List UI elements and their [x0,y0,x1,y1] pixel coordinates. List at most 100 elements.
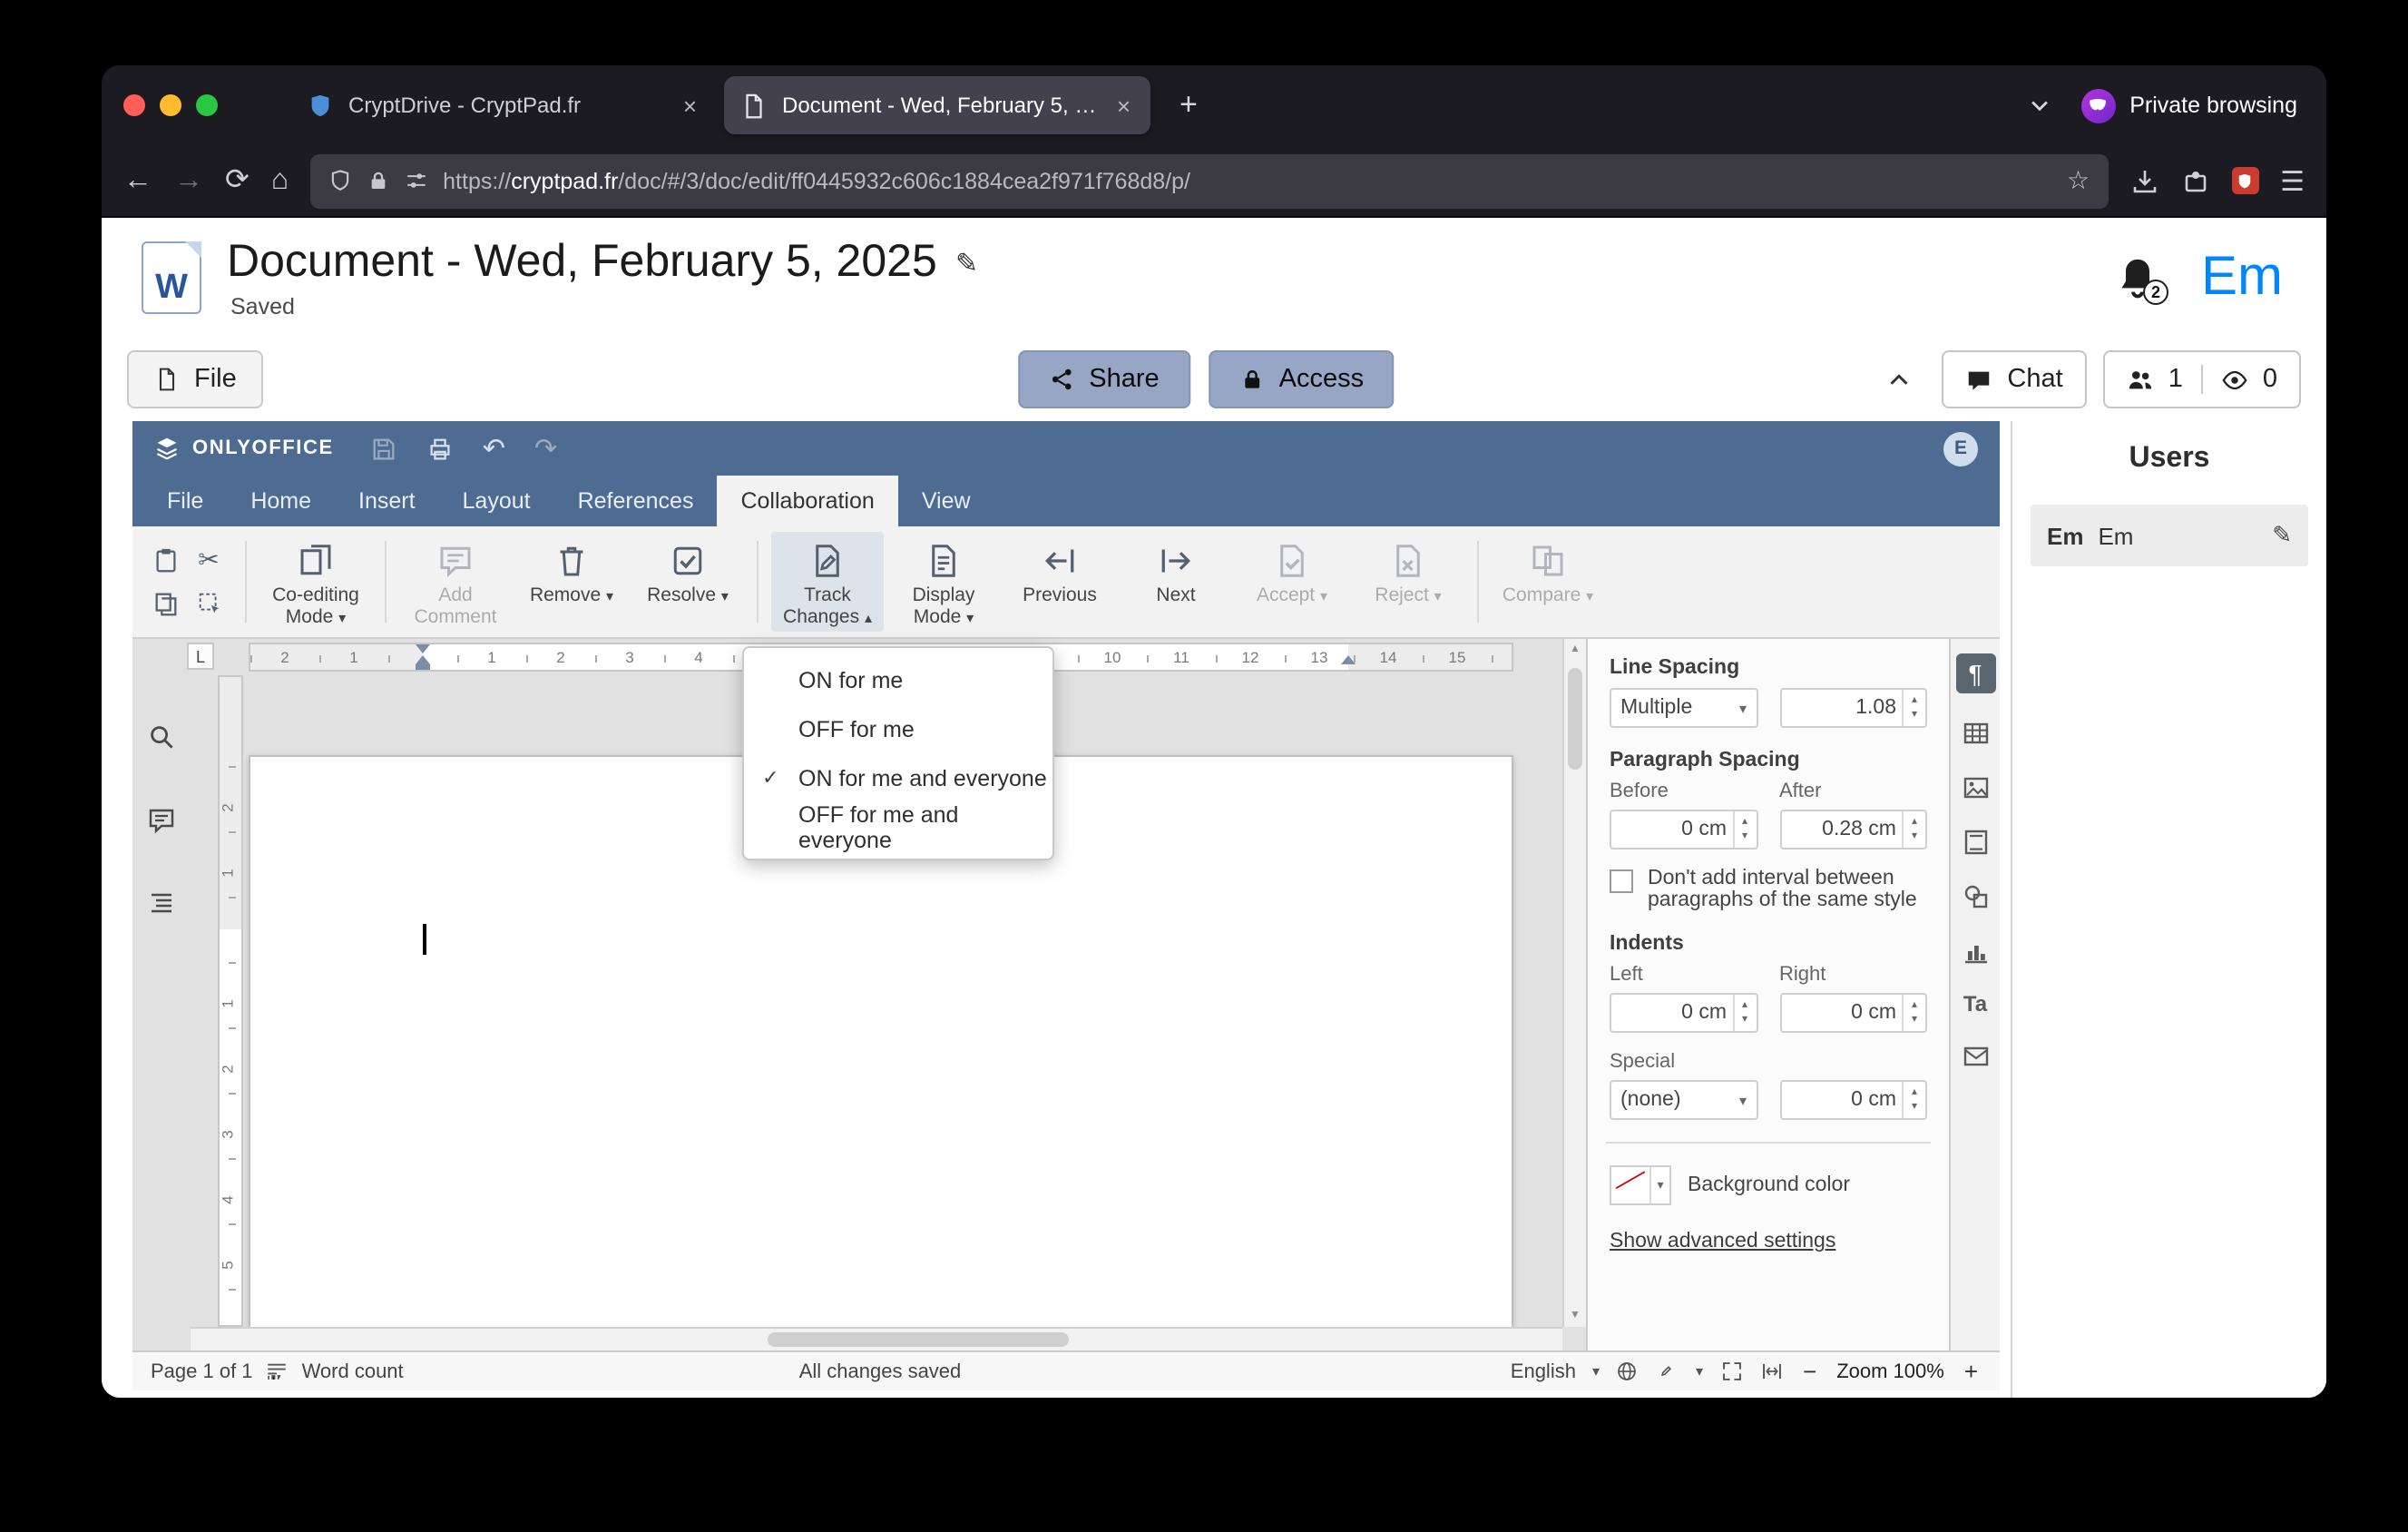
toolbar-button[interactable]: Track Changes ▴ [771,532,884,632]
bookmark-star-icon[interactable]: ☆ [2067,165,2090,196]
share-button[interactable]: Share [1018,350,1190,408]
menu-tab[interactable]: File [143,476,227,526]
search-icon[interactable] [147,722,176,751]
vertical-scrollbar[interactable]: ▲ ▼ [1562,639,1586,1327]
toolbar-button[interactable]: Display Mode ▾ [887,532,1000,632]
shape-settings-icon[interactable] [1961,882,1990,911]
menu-tab[interactable]: Layout [439,476,554,526]
extensions-puzzle-icon[interactable] [2180,166,2209,195]
advanced-settings-link[interactable]: Show advanced settings [1610,1231,1927,1252]
track-changes-status-icon[interactable] [1656,1360,1679,1383]
horizontal-scrollbar[interactable] [191,1327,1562,1350]
tab-stop-selector[interactable]: L [187,643,214,670]
chart-settings-icon[interactable] [1961,937,1990,966]
reload-icon[interactable]: ⟳ [225,165,250,195]
access-button[interactable]: Access [1208,350,1395,408]
indent-right-spinner[interactable]: 0 cm ▴ ▾ [1779,993,1927,1033]
spacing-after-spinner[interactable]: 0.28 cm ▴ ▾ [1779,810,1927,849]
url-field[interactable]: https://cryptpad.fr/doc/#/3/doc/edit/ff0… [310,153,2109,208]
edit-user-pencil-icon[interactable]: ✎ [2272,521,2292,550]
word-count-label[interactable]: Word count [302,1360,404,1382]
menu-tab[interactable]: References [554,476,718,526]
paste-icon[interactable] [152,546,179,574]
header-footer-settings-icon[interactable] [1961,828,1990,857]
left-indent-marker[interactable] [416,664,430,670]
toolbar-button[interactable]: Compare ▾ [1492,532,1604,632]
scrollbar-thumb[interactable] [1568,668,1582,770]
save-icon[interactable] [370,435,397,462]
file-button[interactable]: File [127,350,264,408]
close-window-button[interactable] [123,94,145,116]
toolbar-button[interactable]: Previous [1003,532,1116,632]
print-icon[interactable] [426,435,454,462]
lock-icon[interactable] [367,169,390,192]
cut-scissors-icon[interactable]: ✂ [198,547,219,573]
toolbar-button[interactable]: Add Comment [399,532,512,632]
spellcheck-globe-icon[interactable] [1616,1360,1640,1383]
tracking-shield-icon[interactable] [328,169,352,192]
permissions-icon[interactable] [405,169,428,192]
navigation-headings-icon[interactable] [147,889,176,918]
back-icon[interactable]: ← [123,165,152,195]
page-indicator[interactable]: Page 1 of 1 [151,1360,253,1382]
menu-hamburger-icon[interactable]: ☰ [2280,164,2305,197]
table-settings-icon[interactable] [1961,719,1990,748]
track-changes-menu-item[interactable]: OFF for me [744,704,1052,753]
background-color-swatch[interactable]: ▾ [1610,1165,1671,1205]
indent-left-spinner[interactable]: 0 cm ▴ ▾ [1610,993,1757,1033]
spacing-before-spinner[interactable]: 0 cm ▴ ▾ [1610,810,1757,849]
mail-merge-icon[interactable] [1961,1042,1990,1071]
redo-icon[interactable]: ↷ [534,435,557,462]
toolbar-button[interactable]: Resolve ▾ [631,532,744,632]
copy-icon[interactable] [152,591,179,618]
forward-icon[interactable]: → [174,165,203,195]
special-select[interactable]: (none) ▾ [1610,1080,1757,1120]
v-ruler[interactable]: 21123456 [218,675,243,1335]
zoom-out-button[interactable]: − [1799,1358,1820,1385]
language-selector[interactable]: English [1511,1360,1576,1382]
menu-tab[interactable]: Collaboration [717,476,898,526]
user-list-item[interactable]: Em Em ✎ [2031,505,2308,566]
scroll-down-arrow[interactable]: ▼ [1564,1311,1586,1321]
text-art-settings-icon[interactable]: Ta [1963,991,1987,1016]
track-changes-menu-item[interactable]: ✓ ON for me and everyone [744,753,1052,802]
notifications-bell-icon[interactable]: 2 [2114,254,2168,305]
presence-button[interactable]: 1 0 [2102,350,2301,408]
interval-checkbox[interactable] [1610,869,1633,893]
fit-width-icon[interactable] [1759,1360,1783,1383]
select-all-icon[interactable] [195,591,222,618]
user-avatar[interactable]: Em [2201,247,2283,309]
menu-tab[interactable]: View [898,476,994,526]
close-tab-icon[interactable]: × [680,92,700,119]
chat-button[interactable]: Chat [1942,350,2087,408]
maximize-window-button[interactable] [196,94,218,116]
comments-icon[interactable] [147,806,176,835]
hanging-indent-marker[interactable] [416,655,430,664]
browser-tab-cryptdrive[interactable]: CryptDrive - CryptPad.fr × [290,76,717,134]
undo-icon[interactable]: ↶ [483,435,505,462]
fit-page-icon[interactable] [1719,1360,1743,1383]
special-amount-spinner[interactable]: 0 cm ▴ ▾ [1779,1080,1927,1120]
toolbar-button[interactable]: Reject ▾ [1352,532,1464,632]
toolbar-button[interactable]: Remove ▾ [515,532,628,632]
menu-tab[interactable]: Insert [335,476,439,526]
toolbar-button[interactable]: Next [1120,532,1232,632]
new-tab-button[interactable]: + [1169,87,1209,123]
scrollbar-thumb[interactable] [767,1332,1069,1347]
menu-tab[interactable]: Home [227,476,335,526]
paragraph-settings-icon[interactable]: ¶ [1955,653,1995,693]
word-count-icon[interactable] [266,1360,289,1383]
zoom-in-button[interactable]: + [1961,1358,1982,1385]
track-changes-menu-item[interactable]: OFF for me and everyone [744,801,1052,852]
edit-title-pencil-icon[interactable]: ✎ [955,246,978,279]
list-tabs-chevron-icon[interactable] [2026,93,2051,118]
minimize-window-button[interactable] [160,94,181,116]
browser-tab-document[interactable]: Document - Wed, February 5, 2025 × [724,76,1150,134]
downloads-icon[interactable] [2129,166,2158,195]
image-settings-icon[interactable] [1961,773,1990,802]
close-tab-icon[interactable]: × [1113,92,1134,119]
scroll-up-arrow[interactable]: ▲ [1564,644,1586,655]
first-line-indent-marker[interactable] [416,644,430,653]
line-spacing-value-spinner[interactable]: 1.08 ▴ ▾ [1779,688,1927,728]
toolbar-button[interactable]: Accept ▾ [1236,532,1348,632]
